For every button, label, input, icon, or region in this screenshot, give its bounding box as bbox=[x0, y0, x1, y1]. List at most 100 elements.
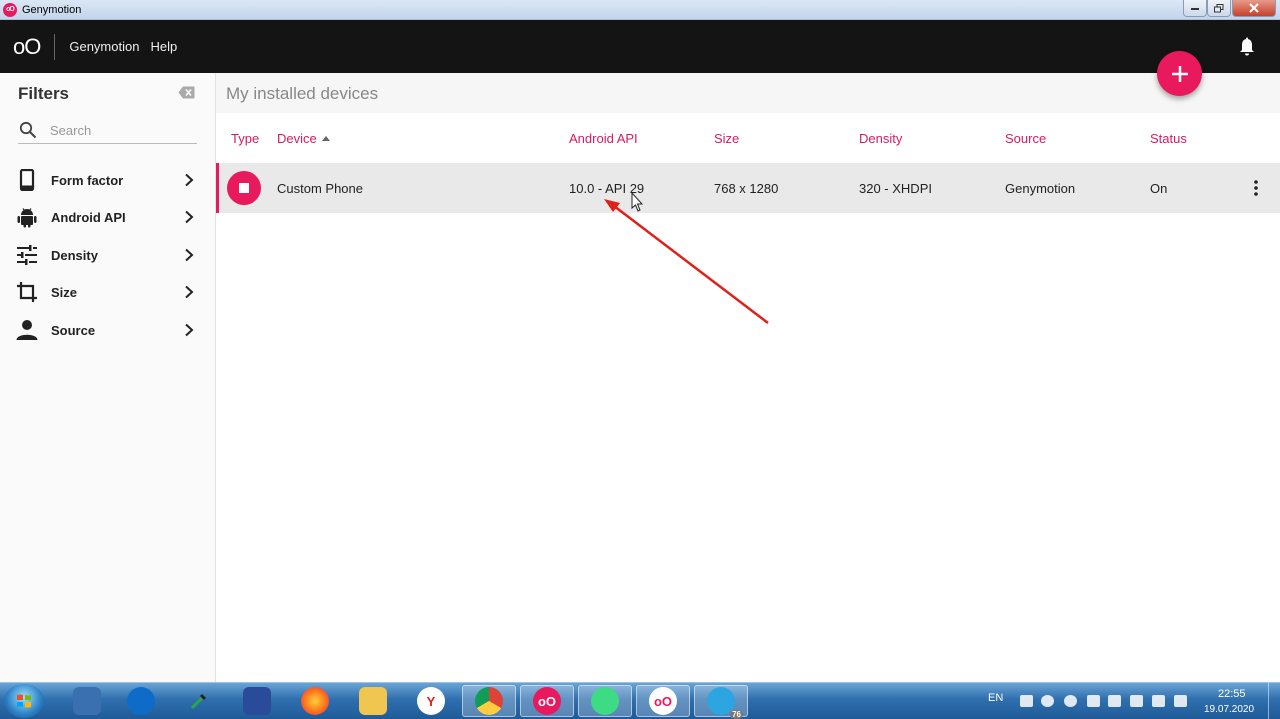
filter-source[interactable]: Source bbox=[0, 312, 215, 348]
start-button[interactable] bbox=[4, 684, 44, 718]
yandex-browser-icon: Y bbox=[417, 687, 445, 715]
sort-ascending-icon bbox=[321, 136, 330, 141]
menu-help[interactable]: Help bbox=[150, 39, 177, 54]
search-icon bbox=[19, 121, 37, 139]
volume-icon[interactable] bbox=[1087, 695, 1100, 707]
column-header-size[interactable]: Size bbox=[714, 131, 739, 146]
page-title: My installed devices bbox=[226, 84, 379, 103]
action-center-flag-icon[interactable] bbox=[1174, 695, 1187, 707]
tray-headset-icon[interactable] bbox=[1064, 695, 1077, 707]
restore-icon bbox=[1214, 3, 1224, 12]
phone-icon bbox=[19, 169, 35, 191]
main-header: My installed devices bbox=[216, 73, 1280, 113]
display-icon[interactable] bbox=[1130, 695, 1143, 707]
device-density: 320 - XHDPI bbox=[859, 181, 932, 196]
chrome-icon bbox=[475, 687, 503, 715]
column-header-density[interactable]: Density bbox=[859, 131, 902, 146]
column-header-android-api[interactable]: Android API bbox=[569, 131, 638, 146]
chevron-right-icon bbox=[185, 323, 194, 337]
window-title: Genymotion bbox=[22, 3, 82, 16]
sliders-icon bbox=[17, 245, 37, 265]
header-divider bbox=[54, 33, 56, 60]
more-options-icon[interactable] bbox=[1252, 178, 1260, 198]
windows-logo-icon bbox=[17, 694, 31, 708]
minimize-button[interactable] bbox=[1183, 0, 1207, 17]
genymotion-logo: oO bbox=[13, 33, 41, 59]
taskbar-app-4[interactable] bbox=[230, 685, 284, 717]
tray-app-icon[interactable] bbox=[1041, 695, 1054, 707]
eyedropper-icon bbox=[185, 687, 213, 715]
network-signal-icon[interactable] bbox=[1152, 695, 1165, 707]
filter-android-api[interactable]: Android API bbox=[0, 199, 215, 235]
column-header-status[interactable]: Status bbox=[1150, 131, 1187, 146]
column-header-device[interactable]: Device bbox=[277, 131, 330, 146]
genymotion-player-icon: oO bbox=[649, 687, 677, 715]
close-window-button[interactable] bbox=[1232, 0, 1276, 17]
telegram-icon: 76 bbox=[707, 687, 743, 719]
chevron-right-icon bbox=[185, 248, 194, 262]
taskbar-app-chrome[interactable] bbox=[462, 685, 516, 717]
firefox-icon bbox=[301, 687, 329, 715]
taskbar-app-genymotion[interactable]: oO bbox=[520, 685, 574, 717]
device-row[interactable]: Custom Phone 10.0 - API 29 768 x 1280 32… bbox=[216, 163, 1280, 213]
stop-device-button[interactable] bbox=[227, 171, 261, 205]
taskbar-app-firefox[interactable] bbox=[288, 685, 342, 717]
show-desktop-button[interactable] bbox=[1268, 683, 1280, 719]
taskbar-app-teamviewer[interactable] bbox=[114, 685, 168, 717]
taskbar-app-android-studio[interactable] bbox=[578, 685, 632, 717]
telegram-badge: 76 bbox=[730, 710, 743, 719]
filter-form-factor[interactable]: Form factor bbox=[0, 162, 215, 198]
column-header-label: Device bbox=[277, 131, 317, 146]
device-name: Custom Phone bbox=[277, 181, 363, 196]
taskbar-app-explorer[interactable] bbox=[346, 685, 400, 717]
folder-icon bbox=[359, 687, 387, 715]
window-titlebar: oO Genymotion bbox=[0, 0, 1280, 20]
plus-icon bbox=[1171, 65, 1188, 82]
column-header-type[interactable]: Type bbox=[231, 131, 259, 146]
taskbar-app-genymotion-2[interactable]: oO bbox=[636, 685, 690, 717]
filters-title: Filters bbox=[18, 84, 70, 103]
android-studio-icon bbox=[591, 687, 619, 715]
filter-label: Android API bbox=[51, 209, 126, 225]
filter-label: Form factor bbox=[51, 172, 124, 188]
system-tray: EN 22:55 19.07.2020 bbox=[980, 683, 1280, 719]
clock-time[interactable]: 22:55 bbox=[1218, 688, 1246, 700]
app-header: oO Genymotion Help bbox=[0, 20, 1280, 73]
tray-app-icon[interactable] bbox=[1020, 695, 1033, 707]
column-header-source[interactable]: Source bbox=[1005, 131, 1046, 146]
search-input[interactable] bbox=[50, 120, 190, 140]
language-indicator[interactable]: EN bbox=[988, 692, 1003, 704]
android-icon bbox=[17, 208, 37, 228]
maximize-button[interactable] bbox=[1207, 0, 1231, 17]
taskbar-app-yandex[interactable]: Y bbox=[404, 685, 458, 717]
filter-density[interactable]: Density bbox=[0, 237, 215, 273]
chevron-right-icon bbox=[185, 285, 194, 299]
menu-genymotion[interactable]: Genymotion bbox=[69, 39, 139, 54]
device-android-api: 10.0 - API 29 bbox=[569, 181, 645, 196]
floppy-disk-icon bbox=[243, 687, 271, 715]
notifications-bell-icon[interactable] bbox=[1238, 37, 1256, 57]
device-source: Genymotion bbox=[1005, 181, 1076, 196]
filter-size[interactable]: Size bbox=[0, 274, 215, 310]
remote-desktop-icon bbox=[73, 687, 101, 715]
taskbar-app-1[interactable] bbox=[60, 685, 114, 717]
filter-label: Source bbox=[51, 322, 96, 338]
genymotion-app-icon: oO bbox=[3, 2, 17, 17]
close-icon bbox=[1249, 3, 1259, 13]
search-box bbox=[18, 118, 197, 144]
windows-taskbar: Y oO oO 76 EN 22:55 19.07.2020 bbox=[0, 682, 1280, 719]
tray-pen-icon[interactable] bbox=[1108, 695, 1121, 707]
stop-icon bbox=[239, 183, 249, 193]
genymotion-taskbar-icon: oO bbox=[533, 687, 561, 715]
add-device-button[interactable] bbox=[1157, 51, 1202, 96]
chevron-right-icon bbox=[185, 173, 194, 187]
minimize-icon bbox=[1191, 8, 1199, 10]
clear-filters-icon[interactable] bbox=[178, 86, 195, 99]
taskbar-app-telegram[interactable]: 76 bbox=[694, 685, 748, 719]
device-size: 768 x 1280 bbox=[714, 181, 779, 196]
teamviewer-icon bbox=[127, 687, 155, 715]
crop-icon bbox=[17, 282, 37, 302]
taskbar-app-3[interactable] bbox=[172, 685, 226, 717]
person-icon bbox=[16, 320, 38, 340]
clock-date[interactable]: 19.07.2020 bbox=[1204, 704, 1254, 715]
